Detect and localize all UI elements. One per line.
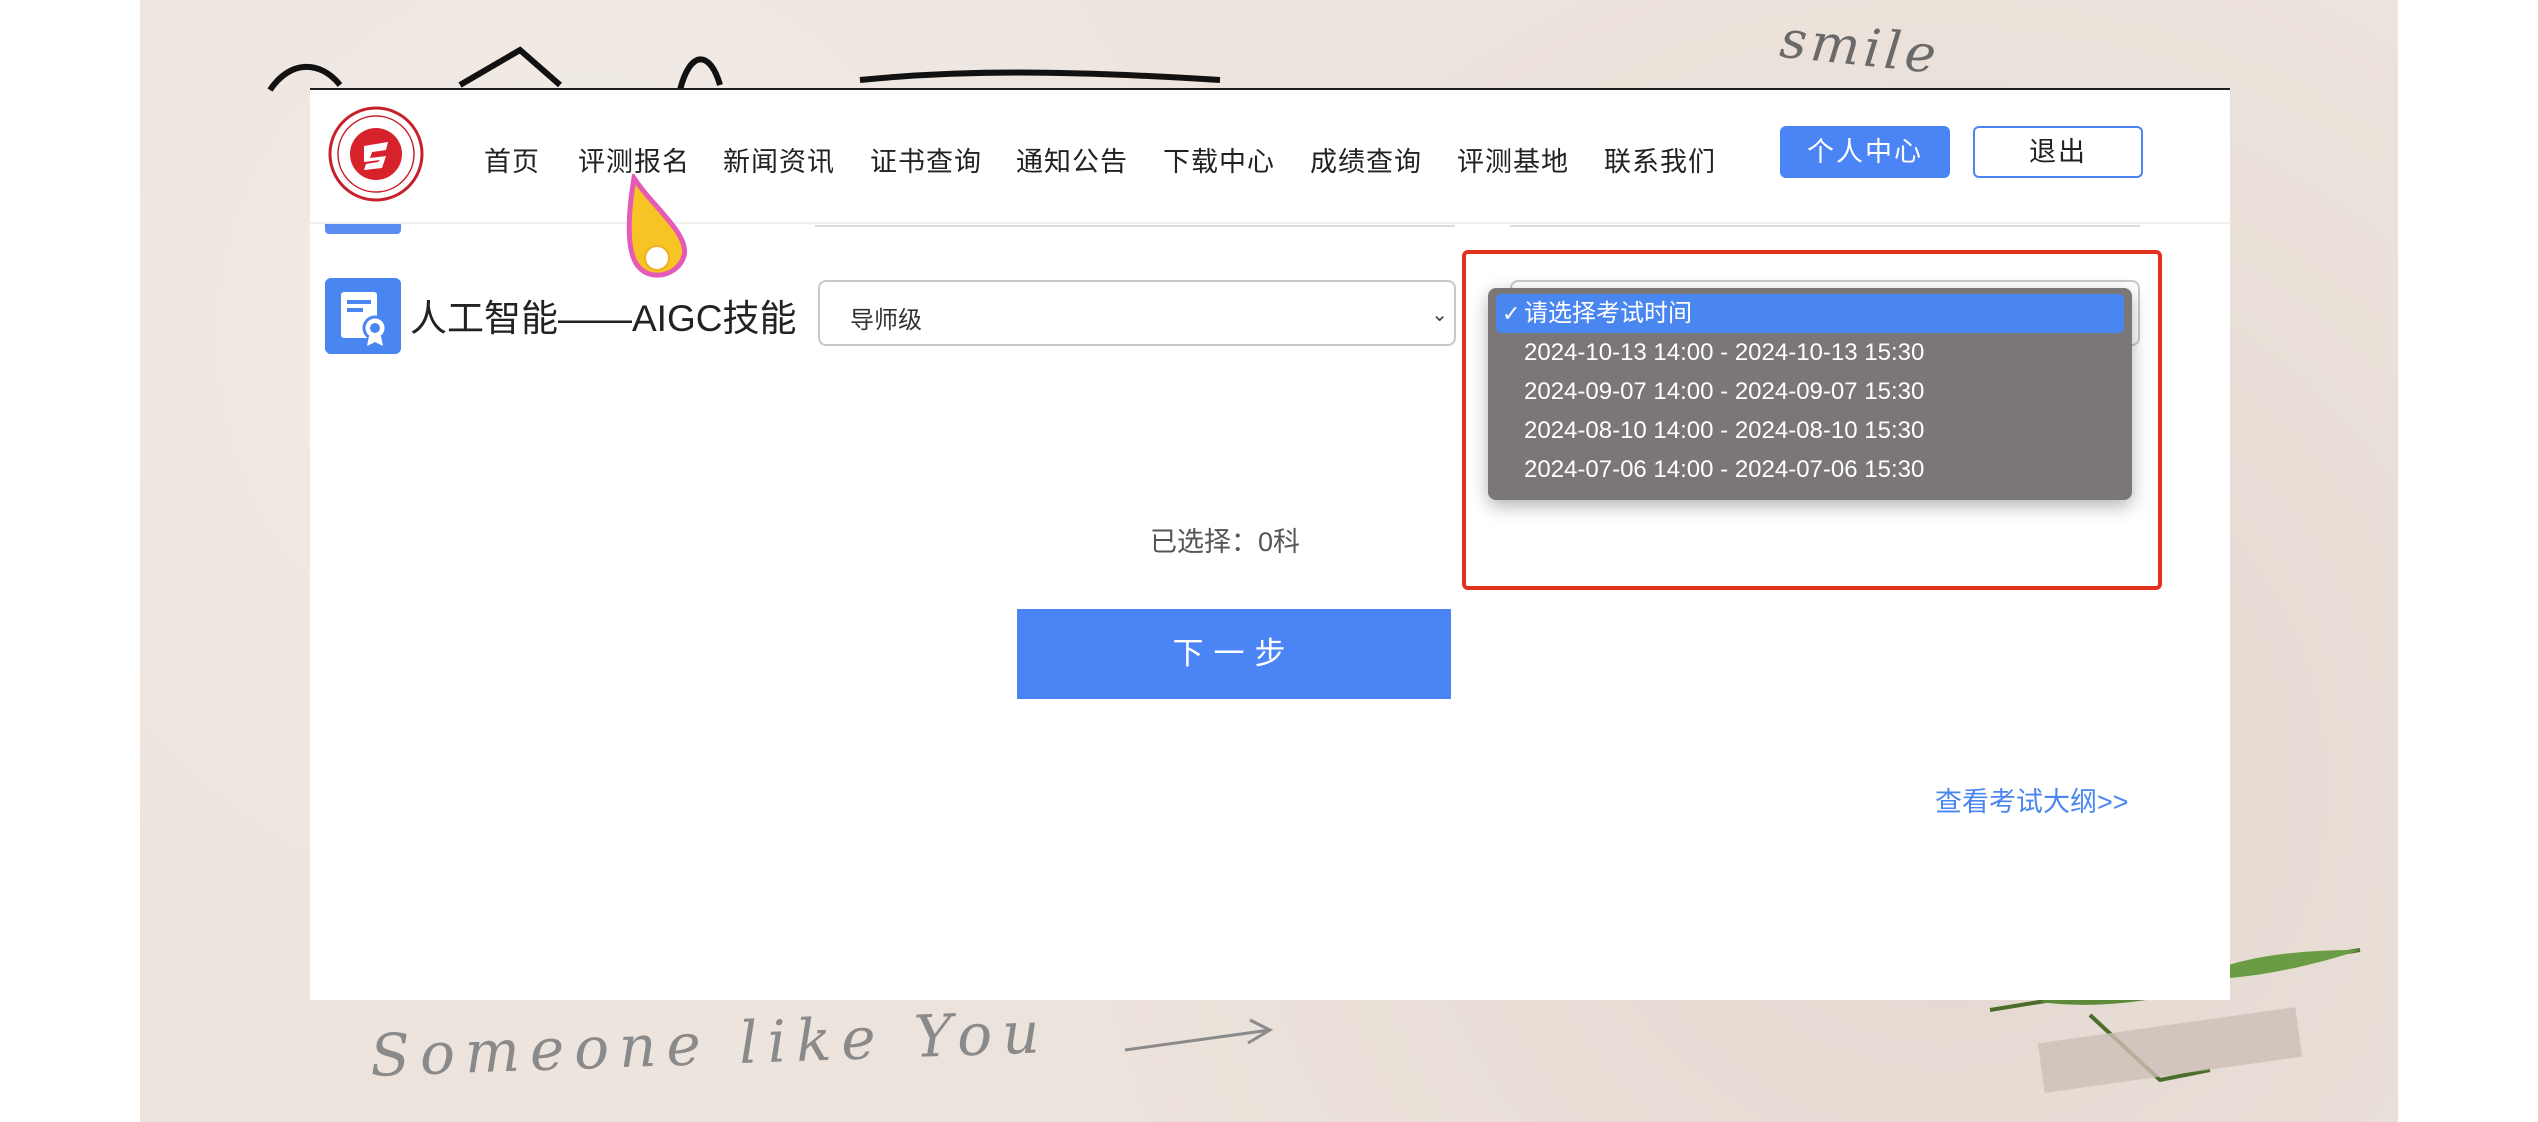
dropdown-option-placeholder[interactable]: ✓ 请选择考试时间 <box>1496 294 2124 333</box>
pointer-cursor-icon <box>626 174 688 278</box>
nav-item-news[interactable]: 新闻资讯 <box>723 140 835 180</box>
exam-time-dropdown-list[interactable]: ✓ 请选择考试时间 2024-10-13 14:00 - 2024-10-13 … <box>1488 288 2132 500</box>
dropdown-option-label: 2024-07-06 14:00 - 2024-07-06 15:30 <box>1524 456 1925 483</box>
check-icon: ✓ <box>1502 301 1521 326</box>
course-title: 人工智能——AIGC技能 <box>410 298 797 339</box>
previous-row-level-select <box>815 224 1455 227</box>
handwriting-someone-like-you: Someone like You <box>369 998 1051 1090</box>
navbar: 首页 评测报名 新闻资讯 证书查询 通知公告 下载中心 成绩查询 评测基地 联系… <box>310 90 2230 224</box>
nav-item-test-bases[interactable]: 评测基地 <box>1457 140 1569 180</box>
previous-row-icon <box>325 224 401 234</box>
selected-count-text: 已选择：0科 <box>1150 527 1301 557</box>
dropdown-option-2024-10-13[interactable]: 2024-10-13 14:00 - 2024-10-13 15:30 <box>1496 333 2124 372</box>
dropdown-option-label: 2024-09-07 14:00 - 2024-09-07 15:30 <box>1524 378 1925 405</box>
nav-item-contact-us[interactable]: 联系我们 <box>1604 140 1716 180</box>
dropdown-option-2024-09-07[interactable]: 2024-09-07 14:00 - 2024-09-07 15:30 <box>1496 372 2124 411</box>
dropdown-option-2024-08-10[interactable]: 2024-08-10 14:00 - 2024-08-10 15:30 <box>1496 411 2124 450</box>
logout-button[interactable]: 退出 <box>1973 126 2143 178</box>
dropdown-option-label: 请选择考试时间 <box>1524 300 1692 327</box>
level-select-value: 导师级 <box>850 307 922 334</box>
nav-item-certificate-query[interactable]: 证书查询 <box>870 140 982 180</box>
previous-row-time-select <box>1510 224 2140 227</box>
chevron-down-icon: ⌄ <box>1431 304 1448 326</box>
dropdown-option-label: 2024-08-10 14:00 - 2024-08-10 15:30 <box>1524 417 1925 444</box>
view-syllabus-link[interactable]: 查看考试大纲>> <box>1935 780 2129 819</box>
nav-item-downloads[interactable]: 下载中心 <box>1163 140 1275 180</box>
handwriting-arrow-icon <box>1124 1018 1274 1052</box>
level-select[interactable]: 导师级 ⌄ <box>818 280 1456 346</box>
next-step-button[interactable]: 下一步 <box>1017 609 1451 699</box>
dropdown-option-label: 2024-10-13 14:00 - 2024-10-13 15:30 <box>1524 339 1925 366</box>
nav-item-score-query[interactable]: 成绩查询 <box>1310 140 1422 180</box>
personal-center-button[interactable]: 个人中心 <box>1780 126 1950 178</box>
certificate-icon <box>325 278 401 354</box>
dropdown-option-2024-07-06[interactable]: 2024-07-06 14:00 - 2024-07-06 15:30 <box>1496 450 2124 489</box>
nav-item-notices[interactable]: 通知公告 <box>1016 140 1128 180</box>
handwriting-smile: smile <box>1777 9 1943 87</box>
nav-item-home[interactable]: 首页 <box>484 140 540 180</box>
site-logo-icon[interactable] <box>328 106 424 202</box>
main-card: 首页 评测报名 新闻资讯 证书查询 通知公告 下载中心 成绩查询 评测基地 联系… <box>310 88 2230 1000</box>
